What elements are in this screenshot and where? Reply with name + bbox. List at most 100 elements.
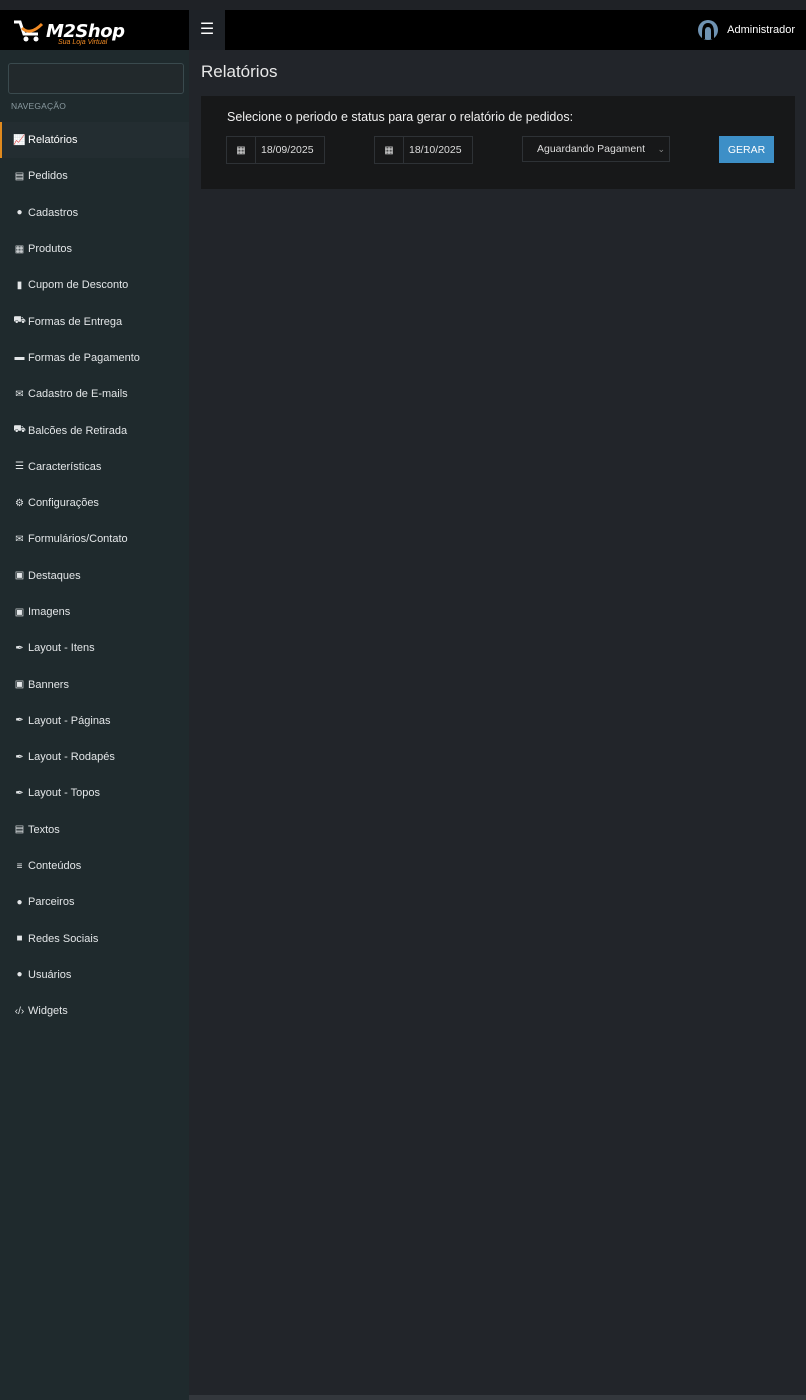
users-icon: ● bbox=[16, 207, 23, 219]
sidebar-item-redes-sociais[interactable]: ■ Redes Sociais bbox=[0, 921, 189, 957]
report-instruction: Selecione o periodo e status para gerar … bbox=[227, 110, 574, 124]
user-menu[interactable]: Administrador bbox=[697, 10, 795, 50]
brush-icon: ✒ bbox=[15, 642, 24, 654]
sidebar-item-label: Formulários/Contato bbox=[28, 533, 128, 546]
start-date-value: 18/09/2025 bbox=[261, 144, 314, 156]
sidebar-item-label: Cadastro de E-mails bbox=[28, 388, 128, 401]
facebook-icon: ■ bbox=[16, 933, 23, 945]
page-title: Relatórios bbox=[201, 62, 278, 81]
credit-card-icon: ▬ bbox=[14, 352, 25, 364]
users-icon: ● bbox=[16, 969, 23, 981]
user-avatar-icon bbox=[698, 20, 719, 40]
sidebar-item-balcoes[interactable]: ⛟ Balcões de Retirada bbox=[0, 412, 189, 448]
sidebar-item-cadastros[interactable]: ● Cadastros bbox=[0, 195, 189, 231]
status-select[interactable]: Aguardando Pagament ⌄ bbox=[522, 136, 670, 162]
sidebar-item-label: Layout - Páginas bbox=[28, 714, 111, 727]
sidebar-item-imagens[interactable]: ▣ Imagens bbox=[0, 594, 189, 630]
sidebar-item-configuracoes[interactable]: ⚙ Configurações bbox=[0, 485, 189, 521]
sidebar-item-produtos[interactable]: ▦ Produtos bbox=[0, 231, 189, 267]
sidebar-item-label: Parceiros bbox=[28, 896, 75, 909]
sidebar-item-widgets[interactable]: ‹/› Widgets bbox=[0, 993, 189, 1029]
brush-icon: ✒ bbox=[15, 715, 24, 727]
sidebar-item-usuarios[interactable]: ● Usuários bbox=[0, 957, 189, 993]
bottom-bar bbox=[189, 1395, 806, 1400]
sidebar-item-label: Conteúdos bbox=[28, 860, 82, 873]
comments-icon: ✉ bbox=[15, 533, 24, 545]
sidebar-item-label: Destaques bbox=[28, 569, 81, 582]
logo-tagline: Sua Loja Virtual bbox=[58, 39, 108, 46]
sidebar-item-textos[interactable]: ▤ Textos bbox=[0, 812, 189, 848]
sidebar: NAVEGAÇÃO 📈 Relatórios ▤ Pedidos ● Cadastro… bbox=[0, 50, 189, 1400]
brush-icon: ✒ bbox=[15, 751, 24, 763]
cart-logo-icon bbox=[14, 20, 44, 42]
sidebar-item-layout-itens[interactable]: ✒ Layout - Itens bbox=[0, 630, 189, 666]
chart-icon: 📈 bbox=[13, 134, 26, 146]
calendar-icon: ▦ bbox=[375, 137, 404, 163]
logo[interactable]: M2Shop Sua Loja Virtual bbox=[12, 16, 182, 46]
bars-icon: ≡ bbox=[16, 860, 23, 872]
sidebar-search-input[interactable] bbox=[8, 63, 184, 94]
images-icon: ▣ bbox=[14, 679, 25, 691]
chevron-down-icon: ⌄ bbox=[657, 144, 665, 154]
sidebar-menu: 📈 Relatórios ▤ Pedidos ● Cadastros ▦ Produto… bbox=[0, 122, 189, 1029]
main-content: Relatórios Selecione o periodo e status … bbox=[189, 50, 806, 1400]
sidebar-item-relatorios[interactable]: 📈 Relatórios bbox=[0, 122, 189, 159]
image-icon: ▣ bbox=[14, 606, 25, 618]
sidebar-item-destaques[interactable]: ▣ Destaques bbox=[0, 558, 189, 594]
file-icon: ▤ bbox=[14, 824, 25, 836]
sidebar-item-banners[interactable]: ▣ Banners bbox=[0, 666, 189, 702]
sidebar-item-label: Configurações bbox=[28, 497, 99, 510]
start-date-field[interactable]: ▦ 18/09/2025 bbox=[226, 136, 325, 164]
end-date-value: 18/10/2025 bbox=[409, 144, 462, 156]
images-icon: ▣ bbox=[14, 570, 25, 582]
sidebar-item-formularios[interactable]: ✉ Formulários/Contato bbox=[0, 521, 189, 557]
sidebar-item-layout-paginas[interactable]: ✒ Layout - Páginas bbox=[0, 703, 189, 739]
cogs-icon: ⚙ bbox=[15, 497, 24, 509]
sidebar-item-cupom[interactable]: ▮ Cupom de Desconto bbox=[0, 267, 189, 303]
truck-icon: ⛟ bbox=[13, 315, 26, 327]
sidebar-item-label: Redes Sociais bbox=[28, 932, 99, 945]
sidebar-item-pedidos[interactable]: ▤ Pedidos bbox=[0, 158, 189, 194]
list-icon: ☰ bbox=[15, 461, 24, 473]
nav-section-label: NAVEGAÇÃO bbox=[11, 101, 67, 111]
status-selected-value: Aguardando Pagament bbox=[537, 143, 645, 155]
sidebar-item-conteudos[interactable]: ≡ Conteúdos bbox=[0, 848, 189, 884]
code-icon: ‹/› bbox=[14, 1005, 25, 1017]
sidebar-item-label: Características bbox=[28, 460, 102, 473]
sidebar-item-label: Formas de Entrega bbox=[28, 315, 123, 328]
sidebar-item-label: Formas de Pagamento bbox=[28, 351, 140, 364]
hamburger-icon: ☰ bbox=[199, 21, 215, 38]
generate-button[interactable]: GERAR bbox=[719, 136, 774, 163]
sidebar-item-label: Produtos bbox=[28, 243, 73, 256]
sidebar-item-formas-entrega[interactable]: ⛟ Formas de Entrega bbox=[0, 303, 189, 339]
sidebar-item-label: Layout - Rodapés bbox=[28, 751, 115, 764]
barcode-icon: ▮ bbox=[16, 279, 23, 291]
sidebar-item-label: Usuários bbox=[28, 968, 72, 981]
sidebar-toggle-button[interactable]: ☰ bbox=[189, 10, 225, 50]
cubes-icon: ▦ bbox=[14, 243, 25, 255]
users-icon: ● bbox=[16, 896, 23, 908]
sidebar-item-label: Layout - Itens bbox=[28, 642, 95, 655]
truck-icon: ⛟ bbox=[13, 424, 26, 436]
sidebar-item-label: Relatórios bbox=[28, 134, 78, 147]
sidebar-item-label: Imagens bbox=[28, 606, 71, 618]
sidebar-item-label: Cupom de Desconto bbox=[28, 279, 129, 292]
sidebar-item-label: Layout - Topos bbox=[28, 787, 100, 800]
sidebar-item-layout-rodapes[interactable]: ✒ Layout - Rodapés bbox=[0, 739, 189, 775]
sidebar-item-label: Textos bbox=[28, 823, 60, 836]
sidebar-item-label: Widgets bbox=[28, 1005, 68, 1018]
sidebar-item-caracteristicas[interactable]: ☰ Características bbox=[0, 449, 189, 485]
end-date-field[interactable]: ▦ 18/10/2025 bbox=[374, 136, 473, 164]
envelope-icon: ✉ bbox=[15, 388, 24, 400]
sidebar-item-parceiros[interactable]: ● Parceiros bbox=[0, 884, 189, 920]
sidebar-item-emails[interactable]: ✉ Cadastro de E-mails bbox=[0, 376, 189, 412]
report-form-card: Selecione o periodo e status para gerar … bbox=[201, 96, 795, 189]
sidebar-item-label: Banners bbox=[28, 678, 69, 691]
sidebar-item-label: Balcões de Retirada bbox=[28, 424, 128, 437]
user-name: Administrador bbox=[727, 24, 795, 36]
calendar-icon: ▦ bbox=[227, 137, 256, 163]
top-strip bbox=[0, 0, 806, 10]
sidebar-item-formas-pagamento[interactable]: ▬ Formas de Pagamento bbox=[0, 340, 189, 376]
sidebar-item-layout-topos[interactable]: ✒ Layout - Topos bbox=[0, 775, 189, 811]
top-header: M2Shop Sua Loja Virtual ☰ Administrador bbox=[0, 10, 806, 50]
